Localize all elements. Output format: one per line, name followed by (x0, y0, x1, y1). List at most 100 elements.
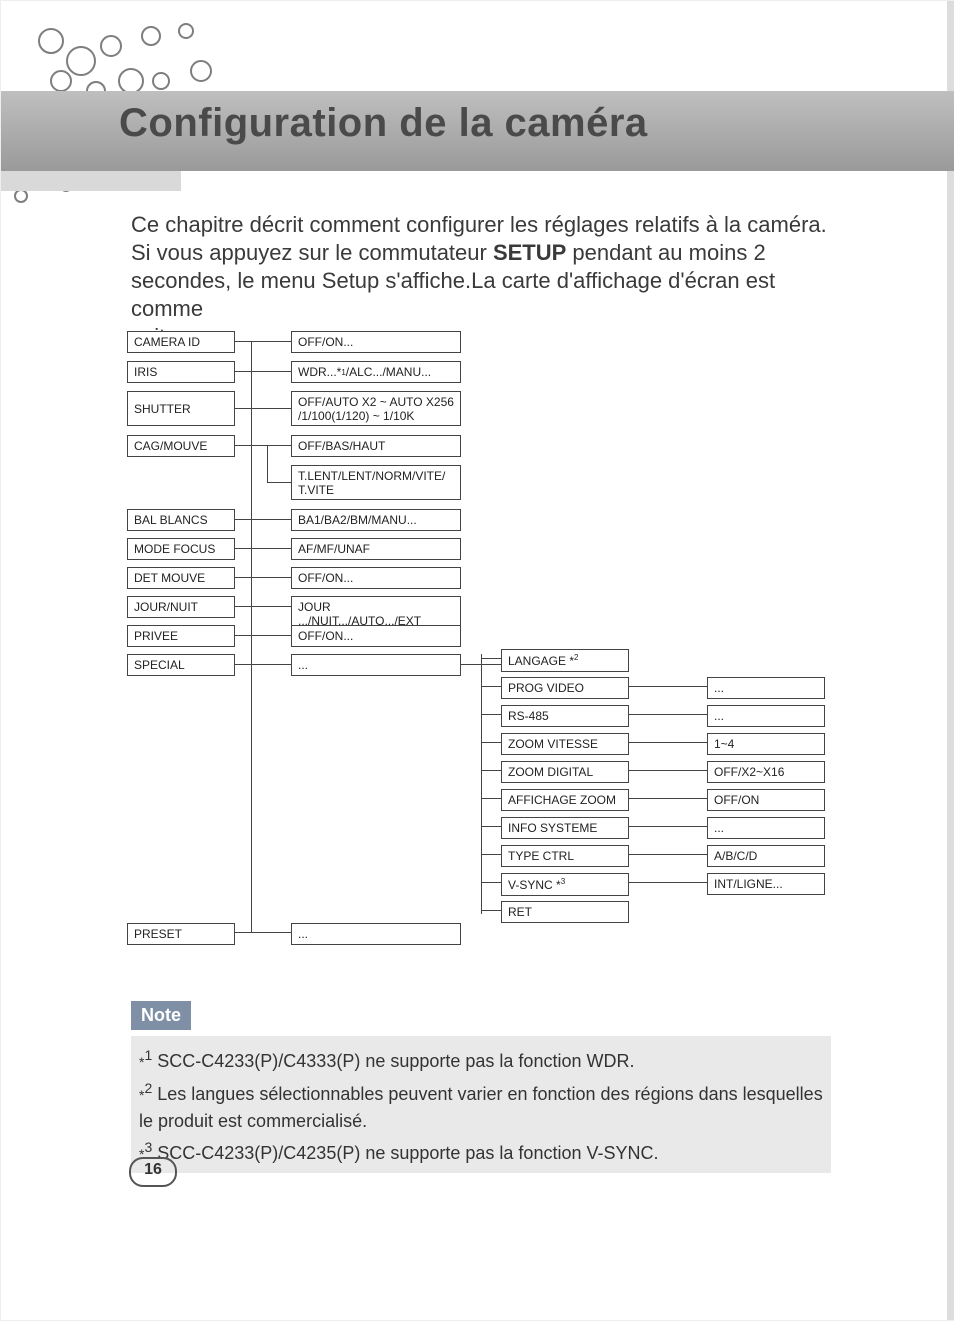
langage-pre: LANGAGE * (508, 654, 574, 668)
note-section: Note *1 SCC-C4233(P)/C4333(P) ne support… (131, 1001, 831, 1173)
sub-zoomvit: ZOOM VITESSE (501, 733, 629, 755)
connector (235, 664, 291, 665)
menu-det: DET MOUVE (127, 567, 235, 589)
connector (251, 341, 252, 932)
sub-zoomdig-value: OFF/X2~X16 (707, 761, 825, 783)
vsync-sup: 3 (561, 877, 565, 886)
menu-preset-value: ... (291, 923, 461, 945)
connector (235, 606, 291, 607)
connector (481, 910, 501, 911)
connector (481, 882, 501, 883)
menu-preset: PRESET (127, 923, 235, 945)
intro-line2c: pendant au moins 2 (566, 240, 765, 265)
sub-infosys: INFO SYSTEME (501, 817, 629, 839)
sub-affzoom: AFFICHAGE ZOOM (501, 789, 629, 811)
langage-sup: 2 (574, 653, 578, 662)
sub-affzoom-value: OFF/ON (707, 789, 825, 811)
sub-langage: LANGAGE *2 (501, 649, 629, 672)
sub-rs485-value: ... (707, 705, 825, 727)
note-badge: Note (131, 1001, 191, 1030)
menu-focus: MODE FOCUS (127, 538, 235, 560)
connector (235, 408, 291, 409)
menu-shutter: SHUTTER (127, 391, 235, 426)
connector (481, 854, 501, 855)
connector (481, 826, 501, 827)
menu-bal: BAL BLANCS (127, 509, 235, 531)
sub-rs485: RS-485 (501, 705, 629, 727)
connector (481, 742, 501, 743)
note-body: *1 SCC-C4233(P)/C4333(P) ne supporte pas… (131, 1036, 831, 1173)
connector (629, 714, 707, 715)
connector (481, 798, 501, 799)
intro-paragraph: Ce chapitre décrit comment configurer le… (131, 211, 831, 351)
connector (481, 658, 501, 659)
connector (235, 932, 291, 933)
connector (235, 519, 291, 520)
menu-special: SPECIAL (127, 654, 235, 676)
sub-progvideo: PROG VIDEO (501, 677, 629, 699)
menu-diagram: CAMERA ID OFF/ON... IRIS WDR...*1/ALC...… (127, 331, 847, 951)
sub-vsync-value: INT/LIGNE... (707, 873, 825, 895)
menu-camera-id-value: OFF/ON... (291, 331, 461, 353)
header-tab (1, 171, 181, 191)
intro-line3: secondes, le menu Setup s'affiche.La car… (131, 268, 775, 321)
menu-cag: CAG/MOUVE (127, 435, 235, 457)
connector (629, 742, 707, 743)
connector (235, 548, 291, 549)
menu-camera-id: CAMERA ID (127, 331, 235, 353)
iris-post: /ALC.../MANU... (346, 365, 431, 379)
cag-extra-l2: T.VITE (298, 483, 454, 497)
sub-zoomdig: ZOOM DIGITAL (501, 761, 629, 783)
connector (629, 798, 707, 799)
iris-pre: WDR...* (298, 365, 341, 379)
menu-privee: PRIVEE (127, 625, 235, 647)
connector (481, 654, 482, 914)
connector (629, 854, 707, 855)
sub-ret: RET (501, 901, 629, 923)
menu-daynight: JOUR/NUIT (127, 596, 235, 618)
note-3: SCC-C4233(P)/C4235(P) ne supporte pas la… (152, 1143, 658, 1163)
shutter-l1: OFF/AUTO X2 ~ AUTO X256 (298, 395, 454, 409)
sub-vsync: V-SYNC *3 (501, 873, 629, 896)
menu-cag-value: OFF/BAS/HAUT (291, 435, 461, 457)
connector (235, 371, 291, 372)
connector (235, 341, 291, 342)
page-title: Configuration de la caméra (119, 101, 648, 146)
shutter-l2: /1/100(1/120) ~ 1/10K (298, 409, 454, 423)
sub-typectrl-value: A/B/C/D (707, 845, 825, 867)
cag-extra-l1: T.LENT/LENT/NORM/VITE/ (298, 469, 454, 483)
sub-typectrl: TYPE CTRL (501, 845, 629, 867)
menu-det-value: OFF/ON... (291, 567, 461, 589)
connector (267, 482, 291, 483)
sub-zoomvit-value: 1~4 (707, 733, 825, 755)
setup-keyword: SETUP (493, 240, 566, 265)
menu-cag-extra: T.LENT/LENT/NORM/VITE/ T.VITE (291, 465, 461, 500)
sub-infosys-value: ... (707, 817, 825, 839)
menu-iris-value: WDR...*1/ALC.../MANU... (291, 361, 461, 383)
intro-line1: Ce chapitre décrit comment configurer le… (131, 212, 827, 237)
connector (481, 770, 501, 771)
menu-shutter-value: OFF/AUTO X2 ~ AUTO X256 /1/100(1/120) ~ … (291, 391, 461, 426)
connector (235, 577, 291, 578)
connector (481, 714, 501, 715)
menu-bal-value: BA1/BA2/BM/MANU... (291, 509, 461, 531)
connector (629, 770, 707, 771)
menu-privee-value: OFF/ON... (291, 625, 461, 647)
connector (629, 826, 707, 827)
vsync-pre: V-SYNC * (508, 878, 561, 892)
page-number: 16 (129, 1157, 177, 1187)
connector (235, 635, 291, 636)
document-page: Configuration de la caméra Ce chapitre d… (0, 0, 954, 1321)
connector (235, 445, 291, 446)
intro-line2a: Si vous appuyez sur le commutateur (131, 240, 493, 265)
page-edge (947, 1, 954, 1320)
sub-progvideo-value: ... (707, 677, 825, 699)
menu-iris: IRIS (127, 361, 235, 383)
note-2: Les langues sélectionnables peuvent vari… (139, 1084, 823, 1131)
connector (481, 686, 501, 687)
connector (629, 686, 707, 687)
note-1: SCC-C4233(P)/C4333(P) ne supporte pas la… (152, 1051, 634, 1071)
connector (629, 882, 707, 883)
connector (267, 445, 268, 483)
menu-focus-value: AF/MF/UNAF (291, 538, 461, 560)
